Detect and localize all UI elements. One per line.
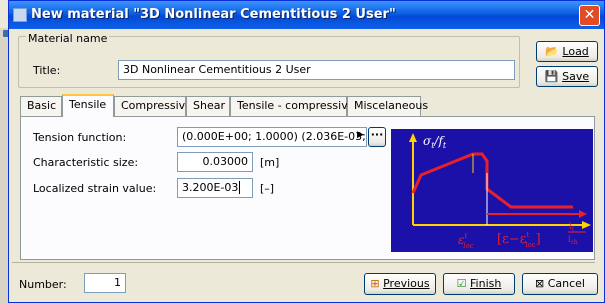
localized-strain-input[interactable]: 3.200E-03 (177, 178, 253, 198)
tab-tensile-compressive[interactable]: Tensile - compressive (230, 96, 354, 116)
folder-open-icon: 📂 (545, 45, 559, 58)
text-cursor (239, 181, 241, 194)
x-axis-arrow (582, 221, 591, 229)
number-label: Number: (19, 278, 67, 291)
cancel-button[interactable]: ⊠ Cancel (522, 273, 598, 295)
overflow-arrow-icon: ▶ (357, 130, 364, 140)
eps-loc-symbol: εt loc (458, 232, 474, 250)
y-axis-arrow (409, 133, 417, 142)
close-button[interactable]: ✕ (579, 5, 600, 26)
previous-button[interactable]: ⊞ Previous (364, 273, 436, 295)
material-name-legend: Material name (26, 32, 110, 45)
save-label: Save (562, 70, 590, 83)
title-bar[interactable]: New material "3D Nonlinear Cementitious … (9, 1, 604, 29)
tab-shear[interactable]: Shear (186, 96, 230, 116)
localized-strain-value: 3.200E-03 (182, 181, 239, 194)
title-input[interactable]: 3D Nonlinear Cementitious 2 User (118, 60, 515, 80)
ellipsis-icon: ··· (370, 128, 384, 141)
window-title: New material "3D Nonlinear Cementitious … (31, 7, 396, 22)
exponent-numerator: lt (569, 222, 575, 233)
save-button[interactable]: 💾 Save (536, 66, 598, 87)
cancel-icon: ⊠ (535, 277, 545, 290)
tension-function-value: (0.000E+00; 1.0000) (2.036E-03; 0.2 (182, 130, 367, 143)
finish-label: Finish (470, 277, 502, 290)
tension-diagram: σt/ft εt loc [ε−εt loc] lt lch (391, 129, 593, 252)
tab-tensile[interactable]: Tensile (62, 94, 114, 117)
title-label: Title: (33, 64, 61, 77)
floppy-disk-icon: 💾 (544, 70, 559, 83)
load-label: Load (562, 45, 589, 58)
tension-function-field[interactable]: (0.000E+00; 1.0000) (2.036E-03; 0.2 (177, 127, 367, 147)
footer-separator (12, 262, 595, 263)
previous-icon: ⊞ (370, 277, 380, 290)
localized-strain-unit: [–] (260, 182, 275, 195)
y-axis-symbol: σt/ft (423, 134, 447, 150)
load-button[interactable]: 📂 Load (536, 41, 598, 62)
tension-function-label: Tension function: (33, 131, 127, 144)
tension-diagram-graphic: σt/ft εt loc [ε−εt loc] lt lch (409, 133, 591, 250)
characteristic-size-input[interactable]: 0.03000 (177, 152, 253, 172)
characteristic-size-label: Characteristic size: (33, 156, 139, 169)
close-icon: ✕ (583, 7, 596, 23)
tab-compressive[interactable]: Compressive (114, 96, 192, 116)
cancel-label: Cancel (547, 277, 585, 290)
characteristic-size-unit: [m] (260, 156, 280, 169)
tab-basic[interactable]: Basic (20, 96, 62, 116)
exponent-denominator: lch (568, 235, 578, 246)
number-input[interactable]: 1 (84, 273, 126, 293)
strain-expression: [ε−εt loc] (497, 231, 541, 249)
tension-function-browse-button[interactable]: ··· (368, 127, 386, 147)
previous-label: Previous (383, 277, 430, 290)
localized-strain-label: Localized strain value: (33, 182, 157, 195)
tab-miscelaneous[interactable]: Miscelaneous (347, 96, 428, 116)
checkmark-icon: ☑ (456, 277, 467, 290)
strain-range-arrow (579, 210, 587, 218)
finish-button[interactable]: ☑ Finish (443, 273, 515, 295)
tension-curve (411, 152, 573, 209)
app-icon (13, 8, 27, 22)
